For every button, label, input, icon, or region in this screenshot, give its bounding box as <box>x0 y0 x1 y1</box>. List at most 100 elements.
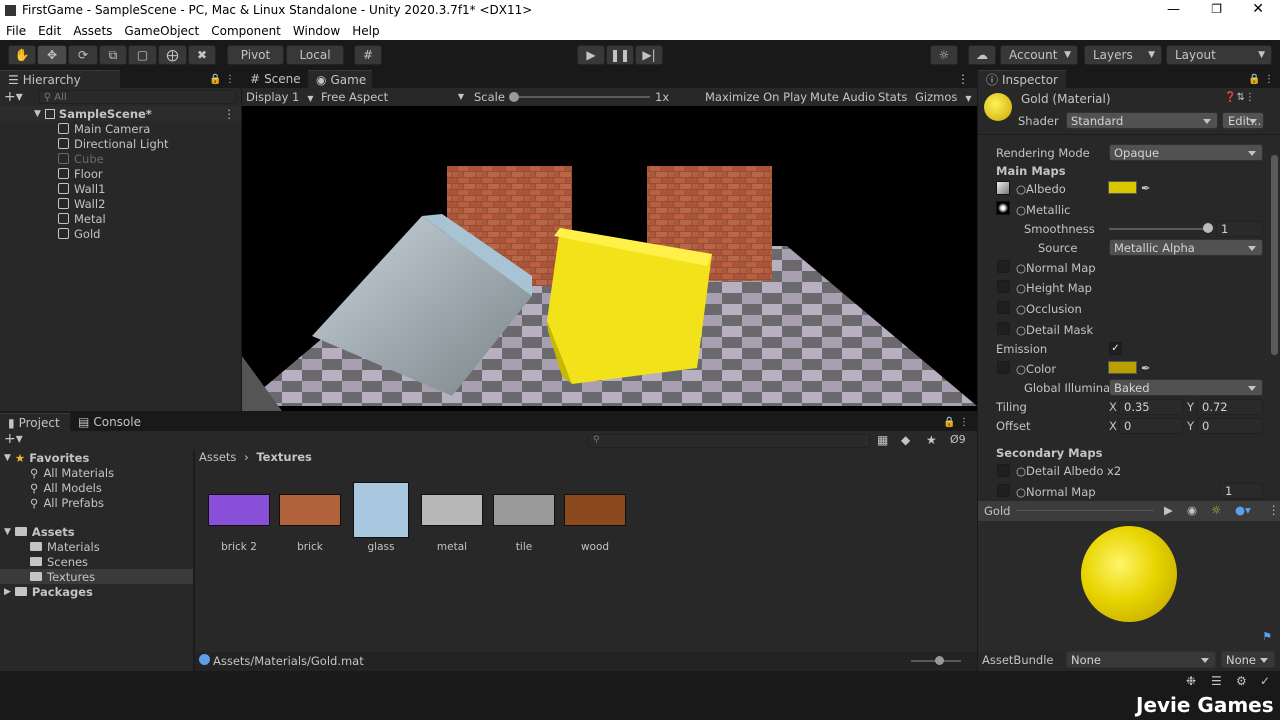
expand-arrow-icon[interactable]: ▼ <box>4 527 11 537</box>
menu-edit[interactable]: Edit <box>38 24 61 38</box>
aspect-dropdown[interactable]: Free Aspect ▼ <box>321 90 466 104</box>
lock-icon[interactable]: 🔒 ⋮ <box>209 74 235 85</box>
preview-resize-handle[interactable] <box>1016 510 1154 511</box>
services-icon[interactable]: ☼ <box>930 45 958 65</box>
emission-checkbox[interactable]: ✓ <box>1109 342 1122 355</box>
thumb-size-handle[interactable] <box>935 656 944 665</box>
normal-map2-slot[interactable] <box>997 484 1010 497</box>
smoothness-field[interactable]: 1 <box>1216 221 1263 237</box>
metallic-texture-slot[interactable] <box>996 201 1010 215</box>
filter-type-icon[interactable]: ▦ <box>877 433 888 447</box>
emission-color-slot[interactable] <box>997 361 1010 374</box>
account-dropdown[interactable]: Account ▼ <box>1000 45 1078 65</box>
layers-stack-icon[interactable]: ☰ <box>1211 674 1222 688</box>
occlusion-slot[interactable] <box>997 301 1010 314</box>
global-illumination-dropdown[interactable]: Baked <box>1109 379 1263 396</box>
smoothness-slider[interactable] <box>1109 228 1205 230</box>
hand-tool-icon[interactable]: ✋ <box>8 45 36 65</box>
normal-map2-scale-field[interactable]: 1 <box>1220 483 1263 499</box>
hierarchy-item[interactable]: Gold <box>0 226 241 241</box>
picker-dot-icon[interactable]: ○ <box>1016 362 1026 376</box>
favorite-item[interactable]: ⚲ All Prefabs <box>0 495 193 510</box>
layout-dropdown[interactable]: Layout ▼ <box>1166 45 1272 65</box>
asset-folder-item[interactable]: Scenes <box>0 554 193 569</box>
play-preview-icon[interactable]: ▶ <box>1164 503 1173 517</box>
tab-console[interactable]: ▤ Console <box>70 413 146 431</box>
favorite-item[interactable]: ⚲ All Models <box>0 480 193 495</box>
scale-slider[interactable] <box>512 96 650 98</box>
breadcrumb-textures[interactable]: Textures <box>256 450 312 464</box>
display-dropdown[interactable]: Display 1 ▼ <box>246 90 316 104</box>
texture-thumbnail[interactable] <box>493 494 555 526</box>
hierarchy-item[interactable]: Directional Light <box>0 136 241 151</box>
hierarchy-item[interactable]: Metal <box>0 211 241 226</box>
normal-map-slot[interactable] <box>997 260 1010 273</box>
rendering-mode-dropdown[interactable]: Opaque <box>1109 144 1263 161</box>
texture-thumbnail[interactable] <box>208 494 270 526</box>
step-button[interactable]: ▶| <box>635 45 663 65</box>
detail-albedo-slot[interactable] <box>997 464 1010 477</box>
add-icon[interactable]: +▾ <box>4 89 23 105</box>
lock-icon[interactable]: 🔒 ⋮ <box>943 417 969 428</box>
albedo-color-swatch[interactable] <box>1108 181 1137 194</box>
rotate-tool-icon[interactable]: ⟳ <box>68 45 98 65</box>
smoothness-slider-handle[interactable] <box>1203 223 1213 233</box>
header-actions-icon[interactable]: ❓⇅⋮ <box>1224 92 1255 103</box>
picker-dot-icon[interactable]: ○ <box>1016 203 1026 217</box>
detail-mask-slot[interactable] <box>997 322 1010 335</box>
assetbundle-dropdown[interactable]: None <box>1066 651 1216 668</box>
cloud-icon[interactable]: ☁ <box>968 45 996 65</box>
tiling-y-field[interactable]: 0.72 <box>1197 399 1263 415</box>
more-icon[interactable]: ⋮ <box>1268 503 1280 517</box>
eyedropper-icon[interactable]: ✒ <box>1141 181 1151 195</box>
project-search-input[interactable]: ⚲ <box>588 434 870 448</box>
picker-dot-icon[interactable]: ○ <box>1016 302 1026 316</box>
minimize-button[interactable]: — <box>1167 2 1180 17</box>
hierarchy-item[interactable]: Main Camera <box>0 121 241 136</box>
assetbundle-variant-dropdown[interactable]: None <box>1221 651 1275 668</box>
auto-generate-icon[interactable]: ⚙ <box>1236 674 1247 688</box>
tree-favorites[interactable]: ▼ ★ Favorites <box>0 450 193 465</box>
grid-snap-icon[interactable]: # <box>354 45 382 65</box>
menu-window[interactable]: Window <box>293 24 340 38</box>
mute-audio-toggle[interactable]: Mute Audio <box>810 90 875 104</box>
picker-dot-icon[interactable]: ○ <box>1016 182 1026 196</box>
albedo-texture-slot[interactable] <box>996 181 1010 195</box>
tree-assets[interactable]: ▼ Assets <box>0 524 193 539</box>
maximize-on-play-toggle[interactable]: Maximize On Play <box>705 90 807 104</box>
more-icon[interactable]: ⋮ <box>224 107 236 121</box>
game-viewport[interactable] <box>242 106 977 411</box>
hierarchy-search-input[interactable]: ⚲ All <box>38 90 236 104</box>
preview-area[interactable]: ⚑ <box>978 521 1280 651</box>
menu-gameobject[interactable]: GameObject <box>124 24 199 38</box>
label-tag-icon[interactable]: ⚑ <box>1262 630 1272 643</box>
offset-y-field[interactable]: 0 <box>1197 418 1263 434</box>
preview-background-icon[interactable]: ●▾ <box>1235 503 1251 517</box>
lock-icon[interactable]: 🔒 ⋮ <box>1248 74 1274 85</box>
tab-scene[interactable]: # Scene <box>242 70 308 88</box>
tiling-x-field[interactable]: 0.35 <box>1119 399 1183 415</box>
menu-file[interactable]: File <box>6 24 26 38</box>
texture-thumbnail[interactable] <box>279 494 341 526</box>
tab-game[interactable]: ◉ Game <box>308 70 372 88</box>
texture-thumbnail[interactable] <box>421 494 483 526</box>
preview-mesh-icon[interactable]: ◉ <box>1187 503 1197 517</box>
move-tool-icon[interactable]: ✥ <box>37 45 67 65</box>
shader-dropdown[interactable]: Standard <box>1066 112 1218 129</box>
tab-hierarchy[interactable]: ☰ Hierarchy <box>0 70 120 88</box>
custom-tool-icon[interactable]: ✖ <box>188 45 216 65</box>
progress-icon[interactable]: ✓ <box>1260 674 1270 688</box>
breadcrumb-assets[interactable]: Assets <box>199 450 236 464</box>
add-icon[interactable]: +▾ <box>4 431 23 447</box>
scene-root-row[interactable]: ▼ SampleScene* ⋮ <box>0 106 241 121</box>
scale-tool-icon[interactable]: ⧉ <box>99 45 127 65</box>
inspector-scrollbar[interactable] <box>1271 155 1278 355</box>
texture-thumbnail[interactable] <box>564 494 626 526</box>
favorite-item[interactable]: ⚲ All Materials <box>0 465 193 480</box>
hidden-packages-toggle[interactable]: Ø9 <box>950 433 966 446</box>
collapse-arrow-icon[interactable]: ▶ <box>4 587 11 597</box>
hierarchy-item[interactable]: Cube <box>0 151 241 166</box>
close-button[interactable]: ✕ <box>1252 1 1264 17</box>
filter-label-icon[interactable]: ◆ <box>901 433 910 447</box>
asset-folder-item[interactable]: Materials <box>0 539 193 554</box>
